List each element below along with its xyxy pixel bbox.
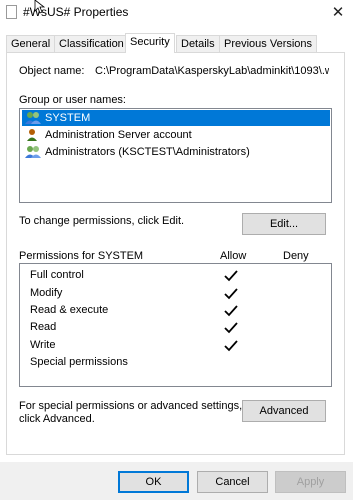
close-button[interactable]: ✕	[323, 0, 353, 24]
allow-check-icon	[224, 322, 238, 334]
allow-check-icon	[224, 340, 238, 352]
permission-row-full-control: Full control	[30, 269, 84, 281]
cancel-button[interactable]: Cancel	[197, 471, 268, 493]
permission-row-read-execute: Read & execute	[30, 304, 109, 316]
object-name-label: Object name:	[19, 65, 85, 77]
deny-header: Deny	[283, 250, 309, 262]
file-icon	[6, 5, 17, 19]
tab-security[interactable]: Security	[125, 33, 175, 53]
tab-general[interactable]: General	[6, 35, 56, 52]
tab-classification[interactable]: Classification	[54, 35, 129, 52]
list-item-label: SYSTEM	[45, 112, 91, 124]
allow-check-icon	[224, 270, 238, 282]
list-item-label: Administrators (KSCTEST\Administrators)	[45, 146, 250, 158]
permission-row-special: Special permissions	[30, 356, 128, 368]
list-item-admin-server-account[interactable]: Administration Server account	[22, 127, 192, 143]
apply-button[interactable]: Apply	[275, 471, 346, 493]
group-user-list[interactable]: SYSTEM Administration Server account Adm…	[19, 108, 332, 203]
advanced-text-line2: click Advanced.	[19, 413, 95, 425]
change-permissions-text: To change permissions, click Edit.	[19, 215, 185, 227]
group-names-label: Group or user names:	[19, 94, 126, 106]
users-group-icon	[25, 146, 41, 158]
allow-check-icon	[224, 288, 238, 300]
advanced-button[interactable]: Advanced	[242, 400, 326, 422]
permission-row-write: Write	[30, 339, 56, 351]
permissions-header: Permissions for SYSTEM	[19, 250, 144, 262]
edit-button[interactable]: Edit...	[242, 213, 326, 235]
tab-previous-versions[interactable]: Previous Versions	[219, 35, 318, 52]
title-bar[interactable]: #WsUS# Properties ✕	[0, 0, 353, 26]
tab-details[interactable]: Details	[176, 35, 220, 52]
permission-row-read: Read	[30, 321, 57, 333]
allow-check-icon	[224, 305, 238, 317]
mouse-cursor-icon	[34, 0, 46, 14]
list-item-administrators[interactable]: Administrators (KSCTEST\Administrators)	[22, 144, 250, 160]
object-name-value: C:\ProgramData\KasperskyLab\adminkit\109…	[95, 65, 329, 77]
allow-header: Allow	[220, 250, 247, 262]
list-item-label: Administration Server account	[45, 129, 192, 141]
permission-row-modify: Modify	[30, 287, 63, 299]
user-icon	[27, 129, 37, 141]
list-item-system[interactable]: SYSTEM	[22, 110, 330, 126]
users-group-icon	[25, 112, 41, 124]
ok-button[interactable]: OK	[118, 471, 189, 493]
advanced-text-line1: For special permissions or advanced sett…	[19, 400, 243, 412]
